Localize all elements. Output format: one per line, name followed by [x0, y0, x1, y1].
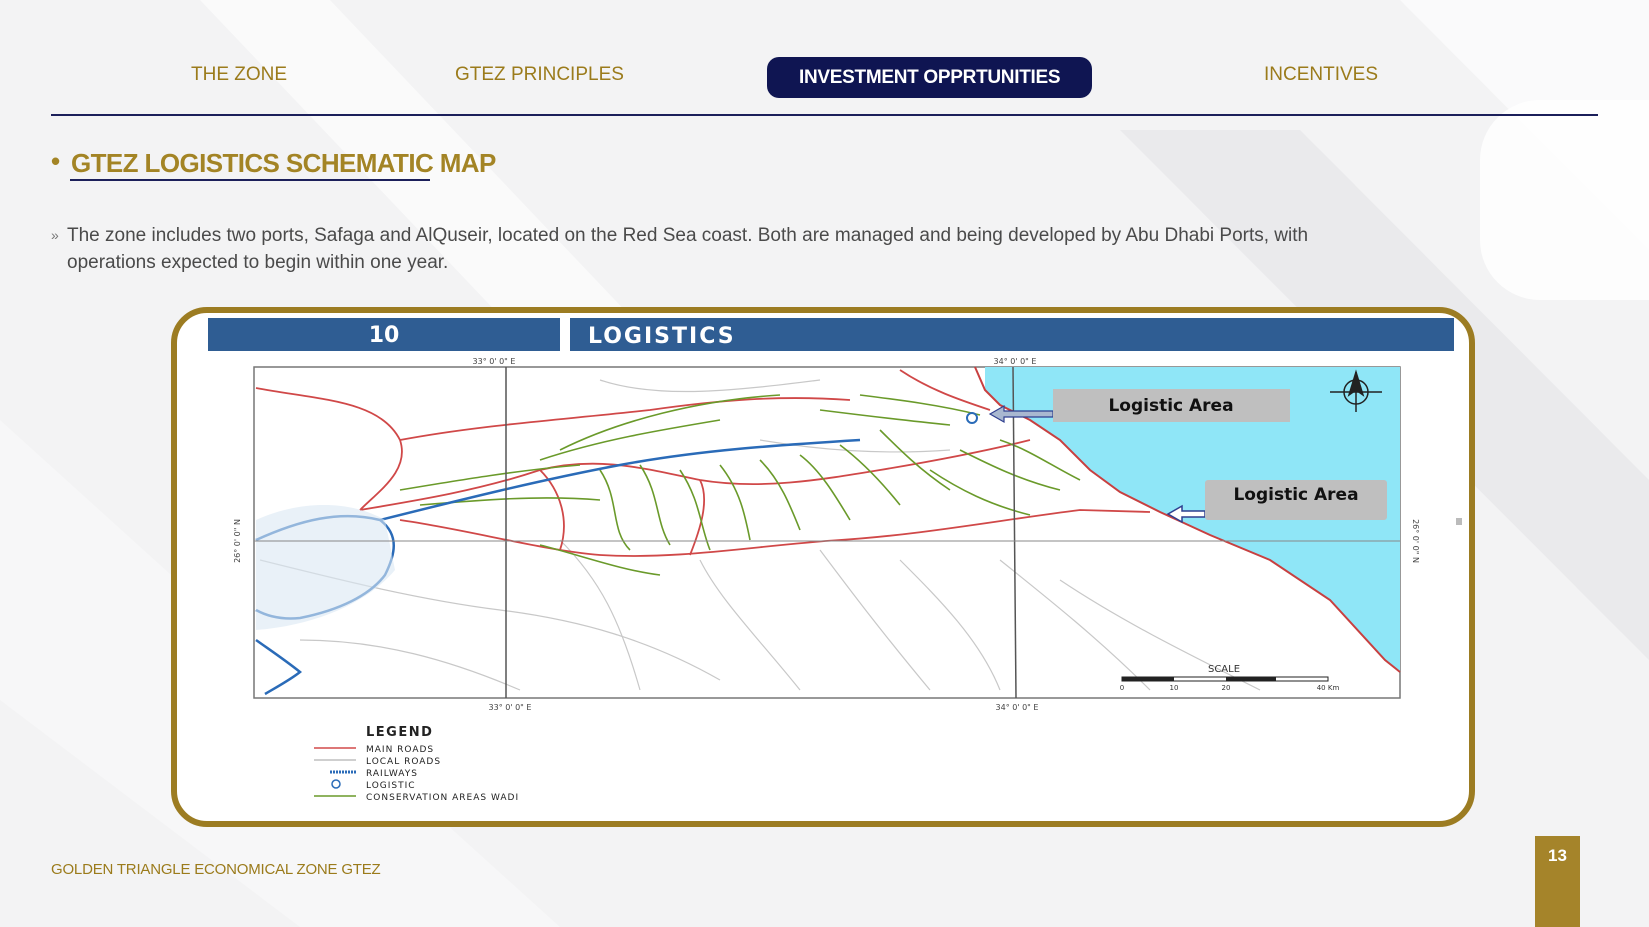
scale-tick-2: 20: [1222, 684, 1231, 692]
grid-label-bottom-left: 33° 0' 0" E: [489, 703, 532, 712]
footer-org-name: GOLDEN TRIANGLE ECONOMICAL ZONE GTEZ: [51, 861, 381, 878]
legend-label-logistic: LOGISTIC: [366, 781, 416, 791]
legend-title: LEGEND: [366, 725, 433, 740]
grid-label-left: 26° 0' 0" N: [233, 519, 242, 563]
map-section-title: LOGISTICS: [588, 324, 736, 349]
scale-tick-0: 0: [1120, 684, 1124, 692]
grid-label-right: 26° 0' 0" N: [1411, 519, 1420, 563]
callout-label-1: Logistic Area: [1108, 396, 1233, 416]
page-number-badge: 13: [1535, 836, 1580, 927]
grid-label-top-right: 34° 0' 0" E: [994, 357, 1037, 366]
grid-label-bottom-right: 34° 0' 0" E: [996, 703, 1039, 712]
legend-label-railways: RAILWAYS: [366, 769, 418, 779]
map-scroll-handle: [1456, 518, 1462, 525]
legend-label-main-roads: MAIN ROADS: [366, 745, 434, 755]
legend-label-wadis: CONSERVATION AREAS WADI: [366, 793, 519, 803]
grid-label-top-left: 33° 0' 0" E: [473, 357, 516, 366]
legend-label-local-roads: LOCAL ROADS: [366, 757, 441, 767]
callout-label-2: Logistic Area: [1233, 485, 1358, 505]
logistics-map: 10 LOGISTICS 33° 0' 0" E 34° 0' 0" E 33°…: [208, 318, 1462, 803]
scale-tick-1: 10: [1170, 684, 1179, 692]
map-legend: LEGEND MAIN ROADS LOCAL ROADS RAILWAYS L…: [314, 725, 519, 803]
map-section-number: 10: [369, 323, 400, 348]
scale-tick-3: 40 Km: [1317, 684, 1340, 692]
scale-title: SCALE: [1208, 664, 1240, 675]
legend-swatch-logistic: [331, 779, 341, 789]
